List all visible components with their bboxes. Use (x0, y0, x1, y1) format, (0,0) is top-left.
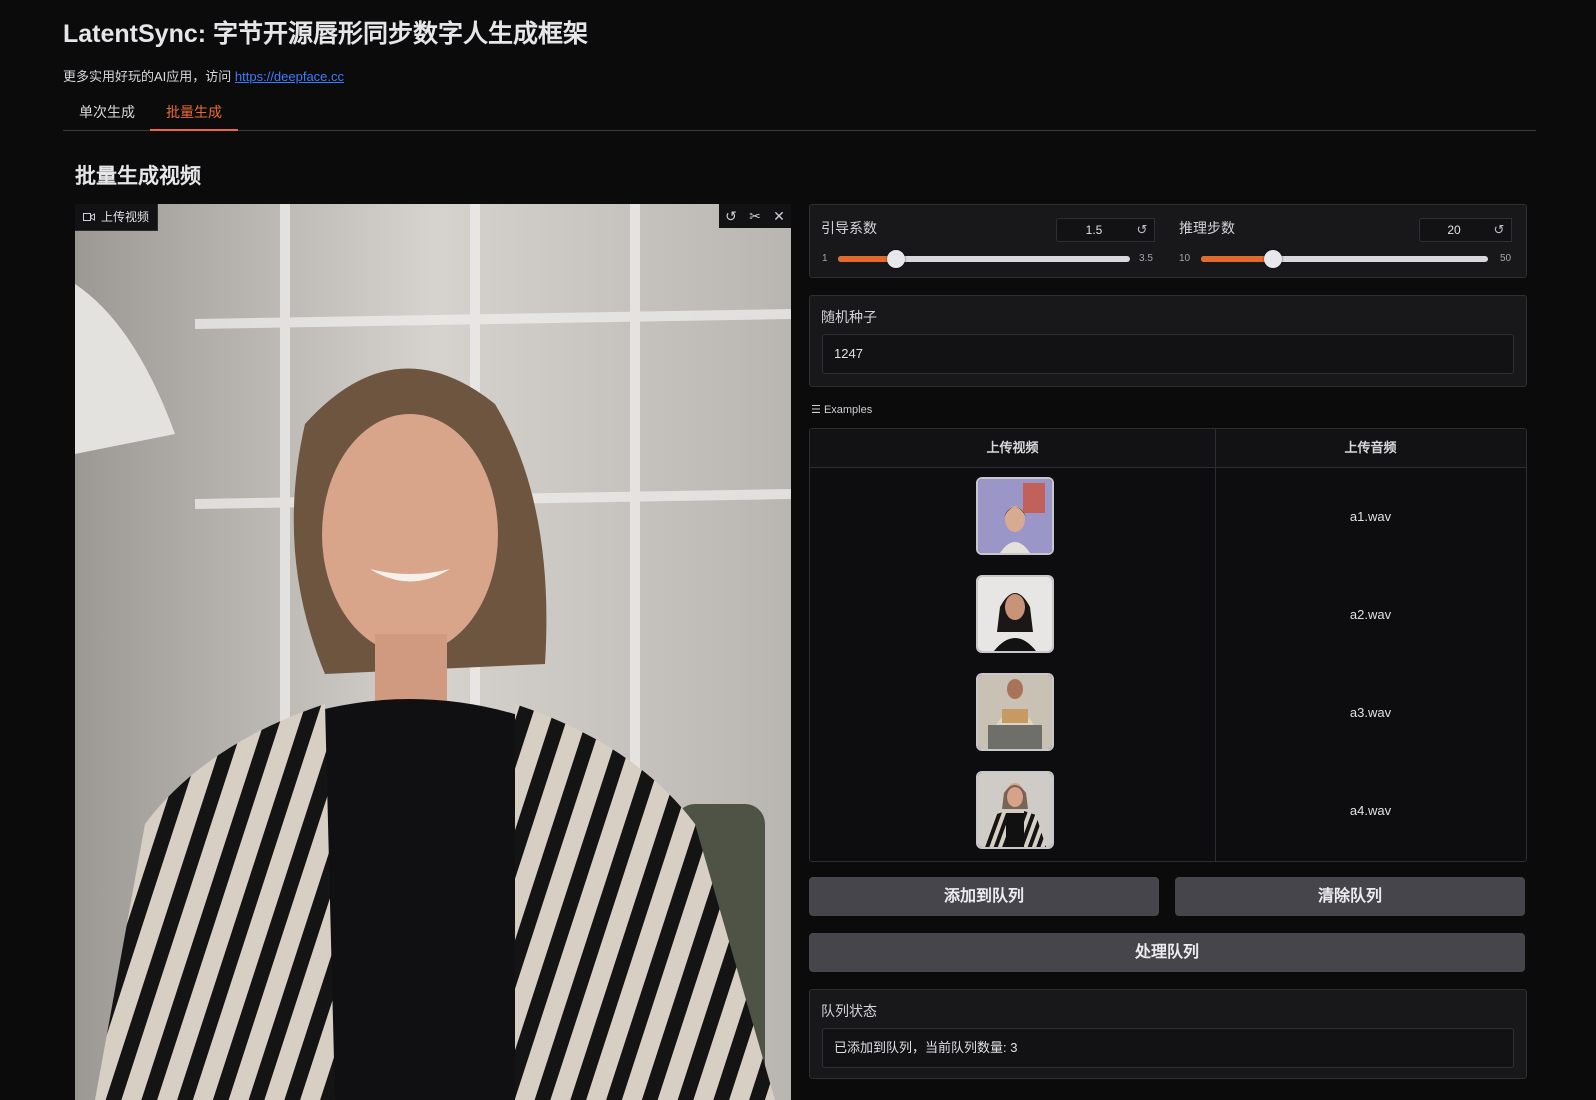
example-video-cell (810, 762, 1215, 860)
clear-queue-button[interactable]: 清除队列 (1175, 877, 1525, 916)
process-queue-button[interactable]: 处理队列 (809, 933, 1525, 972)
example-video-thumbnail (976, 771, 1054, 849)
steps-slider-fill (1201, 256, 1273, 262)
example-audio-cell: a2.wav (1349, 607, 1392, 622)
seed-card: 随机种子 1247 (809, 295, 1527, 387)
example-audio-cell: a1.wav (1349, 509, 1392, 524)
tab-bar: 单次生成 批量生成 (63, 98, 1536, 131)
example-row-2[interactable]: a2.wav (810, 566, 1526, 664)
seed-input[interactable]: 1247 (822, 334, 1514, 374)
undo-icon[interactable]: ↺ (719, 204, 743, 228)
list-icon: ☰ (811, 404, 821, 416)
subtitle: 更多实用好玩的AI应用，访问 https://deepface.cc (63, 66, 344, 85)
subtitle-text: 更多实用好玩的AI应用，访问 (63, 69, 235, 84)
example-audio-cell: a3.wav (1349, 705, 1392, 720)
video-upload-label: 上传视频 (75, 204, 159, 231)
examples-table: 上传视频 上传音频 a1.wav a2.wav a3.wav a4.wav (809, 428, 1527, 862)
guidance-label: 引导系数 (821, 220, 877, 236)
tab-batch-generate[interactable]: 批量生成 (150, 98, 238, 131)
steps-label: 推理步数 (1179, 220, 1235, 236)
guidance-min: 1 (822, 253, 828, 264)
video-upload-label-text: 上传视频 (101, 210, 150, 224)
queue-status-output: 已添加到队列，当前队列数量: 3 (822, 1028, 1514, 1068)
example-video-thumbnail (976, 477, 1054, 555)
example-video-cell (810, 566, 1215, 664)
deepface-link[interactable]: https://deepface.cc (235, 69, 344, 84)
example-video-cell (810, 664, 1215, 762)
steps-reset-icon[interactable]: ↺ (1487, 218, 1512, 242)
tab-single-generate[interactable]: 单次生成 (63, 98, 151, 129)
guidance-slider[interactable] (838, 250, 1130, 268)
guidance-value-input[interactable]: 1.5 (1056, 218, 1132, 242)
queue-status-label: 队列状态 (821, 1003, 877, 1019)
add-to-queue-button[interactable]: 添加到队列 (809, 877, 1159, 916)
scissors-icon[interactable]: ✂ (743, 204, 767, 228)
steps-slider-thumb[interactable] (1263, 250, 1282, 268)
app-title: LatentSync: 字节开源唇形同步数字人生成框架 (63, 20, 589, 48)
steps-slider[interactable] (1201, 250, 1488, 268)
examples-column-divider (1215, 429, 1216, 861)
guidance-slider-thumb[interactable] (887, 250, 906, 268)
guidance-max: 3.5 (1139, 253, 1153, 264)
examples-table-header: 上传视频 上传音频 (810, 429, 1526, 468)
example-row-3[interactable]: a3.wav (810, 664, 1526, 762)
video-camera-icon (83, 213, 95, 221)
steps-min: 10 (1179, 253, 1191, 264)
examples-header: ☰ Examples (811, 403, 872, 416)
video-preview (75, 204, 791, 1100)
example-row-4[interactable]: a4.wav (810, 762, 1526, 860)
guidance-reset-icon[interactable]: ↺ (1130, 218, 1155, 242)
examples-title: Examples (823, 404, 873, 416)
queue-status-card: 队列状态 已添加到队列，当前队列数量: 3 (809, 989, 1527, 1079)
example-video-thumbnail (976, 575, 1054, 653)
steps-value-input[interactable]: 20 (1419, 218, 1489, 242)
seed-label: 随机种子 (821, 309, 877, 325)
example-audio-cell: a4.wav (1349, 803, 1392, 818)
example-video-thumbnail (976, 673, 1054, 751)
examples-col-video: 上传视频 (986, 440, 1039, 455)
example-row-1[interactable]: a1.wav (810, 468, 1526, 566)
close-icon[interactable]: ✕ (767, 204, 791, 228)
examples-col-audio: 上传音频 (1344, 440, 1397, 455)
video-toolbar: ↺ ✂ ✕ (719, 204, 791, 228)
video-upload-panel[interactable]: 上传视频 ↺ ✂ ✕ (75, 204, 791, 1100)
section-title: 批量生成视频 (75, 165, 201, 188)
steps-max: 50 (1500, 253, 1512, 264)
sliders-card: 引导系数 1.5 ↺ 1 3.5 推理步数 20 ↺ 10 50 (809, 204, 1527, 278)
example-video-cell (810, 468, 1215, 566)
